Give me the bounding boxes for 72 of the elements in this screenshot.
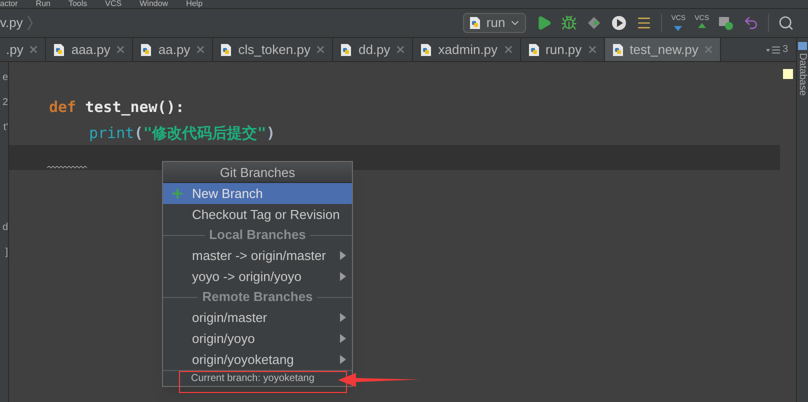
menu-item[interactable]: origin/yoyo xyxy=(163,328,352,349)
editor-tab[interactable]: .py xyxy=(0,38,46,61)
status-marker-icon xyxy=(783,69,793,79)
python-file-icon xyxy=(219,42,234,56)
popup-title: Git Branches xyxy=(163,162,352,183)
code-line: print("修改代码后提交") xyxy=(88,123,276,144)
panel-text-fragment: d xyxy=(2,222,8,234)
python-file-icon xyxy=(610,42,625,56)
list-icon[interactable] xyxy=(636,15,652,31)
debug-icon[interactable] xyxy=(561,15,578,31)
coverage-icon[interactable] xyxy=(586,15,602,31)
python-file-icon xyxy=(419,42,434,56)
menu-item[interactable]: origin/master xyxy=(163,307,352,328)
editor-tab[interactable]: test_new.py xyxy=(604,38,722,61)
editor-tab[interactable]: aaa.py xyxy=(46,38,134,61)
panel-text-fragment: t' xyxy=(3,122,8,134)
menu-item[interactable]: New Branch xyxy=(163,183,352,204)
editor-tab[interactable]: xadmin.py xyxy=(413,38,521,61)
up-arrow-icon xyxy=(698,23,706,31)
close-icon[interactable] xyxy=(395,44,406,55)
tool-window-button[interactable]: Database xyxy=(795,53,808,96)
menu-item[interactable]: VCS xyxy=(105,0,122,8)
submenu-arrow-icon xyxy=(340,272,346,281)
python-file-icon xyxy=(139,42,154,56)
section-header: Remote Branches xyxy=(202,288,313,306)
database-icon[interactable] xyxy=(798,41,808,51)
menu-item[interactable]: origin/yoyoketang xyxy=(163,349,352,370)
menu-item[interactable]: actor xyxy=(0,0,18,8)
section-header: Local Branches xyxy=(209,226,306,244)
search-icon[interactable] xyxy=(778,15,794,31)
submenu-arrow-icon xyxy=(340,355,346,364)
close-icon[interactable] xyxy=(586,44,598,55)
menu-item[interactable]: master -> origin/master xyxy=(163,245,352,266)
code-line: def test_new(): xyxy=(48,97,186,118)
breadcrumb[interactable]: v.py xyxy=(0,13,23,33)
current-branch-label: Current branch: yoyoketang xyxy=(191,372,314,386)
editor-tab[interactable]: aa.py xyxy=(133,38,214,61)
close-icon[interactable] xyxy=(315,44,326,55)
history-icon[interactable] xyxy=(718,15,734,31)
menu-item[interactable]: yoyo -> origin/yoyo xyxy=(163,266,352,287)
menu-item[interactable]: Checkout Tag or Revision xyxy=(163,204,352,225)
editor-tab[interactable]: dd.py xyxy=(333,38,414,61)
panel-text-fragment: e xyxy=(2,72,8,84)
plus-icon xyxy=(170,186,185,201)
tab-list-icon[interactable] xyxy=(766,46,780,54)
menu-item[interactable]: Window xyxy=(140,0,168,8)
submenu-arrow-icon xyxy=(340,334,346,343)
menu-item[interactable]: Tools xyxy=(68,0,88,8)
tab-overflow-count: 3 xyxy=(782,43,788,57)
python-file-icon xyxy=(526,42,541,56)
python-file-icon xyxy=(52,42,66,56)
menu-item[interactable]: Help xyxy=(186,0,203,8)
close-icon[interactable] xyxy=(195,44,206,55)
python-file-icon xyxy=(468,16,482,30)
editor-tab[interactable]: run.py xyxy=(520,38,605,61)
python-file-icon xyxy=(339,42,354,56)
close-icon[interactable] xyxy=(28,44,40,55)
panel-text-fragment: ] xyxy=(5,247,8,259)
run-config-dropdown[interactable]: run xyxy=(463,13,526,33)
close-icon[interactable] xyxy=(502,44,514,55)
panel-text-fragment: 2 xyxy=(2,97,8,109)
profile-icon[interactable] xyxy=(611,15,628,31)
run-icon[interactable] xyxy=(536,15,552,31)
submenu-arrow-icon xyxy=(340,251,346,260)
editor-tab[interactable]: cls_token.py xyxy=(213,38,334,61)
submenu-arrow-icon xyxy=(340,313,346,322)
squiggle-icon xyxy=(47,166,87,169)
close-icon[interactable] xyxy=(115,44,126,55)
menu-item[interactable]: Run xyxy=(36,0,50,8)
down-arrow-icon xyxy=(674,23,682,31)
revert-icon[interactable] xyxy=(743,15,759,31)
breadcrumb-separator-icon xyxy=(26,15,33,31)
